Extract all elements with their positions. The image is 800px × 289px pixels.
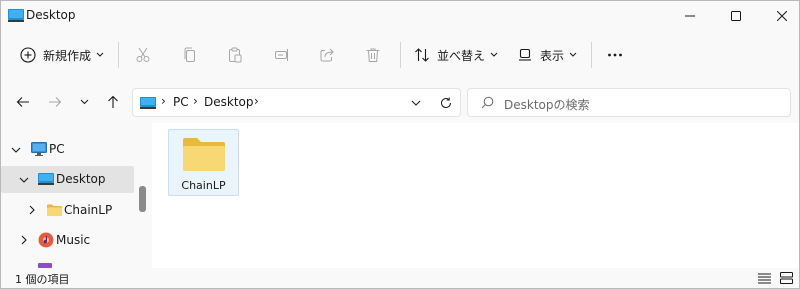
nav-item-music[interactable]: Music (1, 227, 134, 254)
sort-button[interactable]: 並べ替え (414, 39, 498, 71)
view-icon (519, 48, 531, 61)
command-bar: 新規作成 並べ替え 表示 (1, 32, 799, 78)
tiles-view-icon (779, 272, 793, 284)
chevron-down-icon[interactable] (18, 174, 30, 186)
view-button-label: 表示 (540, 48, 565, 63)
file-item-chainlp[interactable]: ChainLP (168, 129, 239, 196)
arrow-right-icon (49, 97, 62, 107)
new-button-label: 新規作成 (43, 48, 92, 63)
breadcrumb-separator: › (193, 94, 198, 108)
address-bar[interactable]: › PC › Desktop › (132, 88, 461, 117)
rename-button[interactable] (274, 39, 290, 71)
arrow-left-icon (16, 97, 29, 107)
copy-icon (184, 47, 195, 62)
item-count: 1 個の項目 (15, 273, 70, 286)
plus-circle-icon (20, 47, 36, 63)
title-bar: Desktop (1, 1, 799, 31)
folder-icon (47, 204, 62, 216)
forward-button[interactable] (44, 89, 66, 115)
separator (591, 42, 592, 68)
breadcrumb-desktop[interactable]: Desktop (204, 95, 254, 109)
nav-item-label: PC (49, 142, 65, 156)
music-icon (38, 232, 54, 248)
refresh-icon (441, 97, 452, 109)
nav-scrollbar-thumb[interactable] (139, 186, 146, 212)
minimize-button[interactable] (667, 1, 713, 31)
chevron-right-icon[interactable] (18, 234, 30, 246)
folder-icon (183, 138, 225, 171)
address-row: › PC › Desktop › Desktopの検索 (1, 85, 799, 119)
breadcrumb-pc[interactable]: PC (173, 95, 189, 109)
delete-icon (366, 48, 380, 62)
recent-locations-button[interactable] (73, 89, 95, 115)
maximize-icon (731, 11, 741, 21)
address-dropdown-button[interactable] (405, 92, 427, 114)
breadcrumb-separator: › (161, 94, 166, 108)
chevron-down-icon (80, 99, 88, 105)
minimize-icon (685, 15, 695, 17)
breadcrumb-separator: › (254, 94, 259, 108)
chevron-down-icon (96, 52, 104, 57)
desktop-icon (140, 97, 156, 109)
nav-item-label: Desktop (56, 172, 106, 186)
back-button[interactable] (12, 89, 34, 115)
search-input[interactable]: Desktopの検索 (467, 88, 791, 117)
chevron-down-icon (569, 52, 577, 57)
sort-button-label: 並べ替え (437, 48, 486, 63)
sort-icon (415, 48, 429, 62)
refresh-button[interactable] (435, 92, 457, 114)
search-icon (481, 96, 494, 109)
arrow-up-icon (108, 95, 118, 108)
rename-icon (275, 49, 288, 61)
search-placeholder: Desktopの検索 (504, 98, 590, 112)
nav-item-pc[interactable]: PC (1, 136, 134, 163)
chevron-right-icon[interactable] (26, 204, 38, 216)
separator (400, 42, 401, 68)
share-icon (320, 48, 334, 62)
paste-icon (229, 47, 242, 63)
chevron-down-icon (490, 52, 498, 57)
more-icon (608, 53, 622, 57)
separator (118, 42, 119, 68)
nav-item-label: ChainLP (64, 203, 113, 217)
maximize-button[interactable] (713, 1, 759, 31)
delete-button[interactable] (365, 39, 381, 71)
navigation-pane: PC Desktop ChainLP Music (1, 123, 151, 268)
status-bar: 1 個の項目 (1, 268, 799, 288)
close-button[interactable] (759, 1, 800, 31)
details-view-icon (757, 273, 771, 283)
nav-item-desktop[interactable]: Desktop (1, 166, 134, 193)
up-button[interactable] (102, 89, 124, 115)
details-view-button[interactable] (755, 269, 773, 287)
file-item-label: ChainLP (181, 179, 226, 192)
file-list[interactable] (152, 123, 799, 268)
window-title: Desktop (26, 8, 76, 22)
monitor-icon (31, 142, 47, 156)
copy-button[interactable] (182, 39, 198, 71)
more-button[interactable] (607, 39, 623, 71)
desktop-icon (8, 9, 24, 22)
explorer-window: Desktop 新規作成 並べ替え 表示 › PC › Desktop › De… (0, 0, 800, 289)
chevron-down-icon[interactable] (10, 144, 22, 156)
cut-button[interactable] (135, 39, 151, 71)
share-button[interactable] (319, 39, 335, 71)
new-button[interactable]: 新規作成 (20, 39, 104, 71)
desktop-icon (38, 173, 54, 185)
chevron-down-icon (411, 100, 421, 106)
tiles-view-button[interactable] (777, 269, 795, 287)
view-button[interactable]: 表示 (517, 39, 577, 71)
nav-item-label: Music (56, 233, 91, 247)
close-icon (777, 11, 787, 21)
paste-button[interactable] (227, 39, 243, 71)
cut-icon (136, 47, 150, 62)
nav-item-chainlp[interactable]: ChainLP (1, 197, 134, 224)
